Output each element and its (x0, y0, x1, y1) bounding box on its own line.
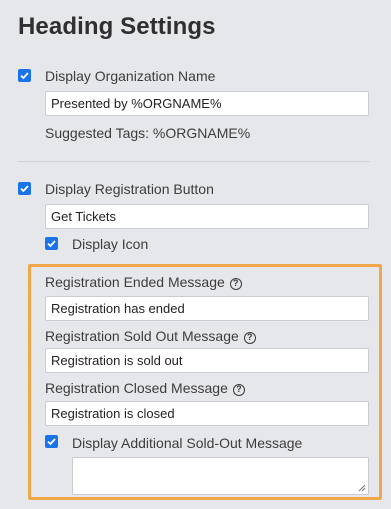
closed-message-label: Registration Closed Message? (45, 380, 245, 396)
display-registration-button-label: Display Registration Button (45, 181, 214, 197)
sold-out-message-label: Registration Sold Out Message? (45, 328, 256, 344)
sold-out-message-label-text: Registration Sold Out Message (45, 328, 239, 344)
display-icon-label: Display Icon (72, 236, 149, 252)
additional-sold-out-message-textarea[interactable] (72, 457, 369, 495)
ended-message-label-text: Registration Ended Message (45, 274, 225, 290)
display-org-name-checkbox[interactable] (18, 69, 31, 82)
checkmark-icon (20, 72, 29, 80)
org-name-input[interactable]: Presented by %ORGNAME% (45, 91, 369, 116)
resize-handle-icon[interactable] (358, 484, 366, 492)
page-title: Heading Settings (18, 13, 216, 40)
registration-button-text-input[interactable]: Get Tickets (45, 204, 369, 229)
checkmark-icon (20, 185, 29, 193)
display-icon-checkbox[interactable] (45, 237, 58, 250)
closed-message-input[interactable]: Registration is closed (45, 401, 369, 426)
display-registration-button-checkbox[interactable] (18, 182, 31, 195)
sold-out-message-input[interactable]: Registration is sold out (45, 348, 369, 373)
checkmark-icon (47, 240, 56, 248)
section-divider (18, 161, 370, 162)
checkmark-icon (47, 438, 56, 446)
display-org-name-label: Display Organization Name (45, 68, 216, 84)
closed-message-label-text: Registration Closed Message (45, 380, 228, 396)
display-additional-sold-out-checkbox[interactable] (45, 435, 58, 448)
suggested-tags-text: Suggested Tags: %ORGNAME% (45, 125, 251, 141)
help-icon[interactable]: ? (243, 331, 256, 344)
ended-message-label: Registration Ended Message? (45, 274, 242, 290)
heading-settings-panel: Heading Settings Display Organization Na… (0, 0, 391, 509)
display-additional-sold-out-label: Display Additional Sold-Out Message (72, 435, 303, 451)
help-icon[interactable]: ? (232, 383, 245, 396)
ended-message-input[interactable]: Registration has ended (45, 296, 369, 321)
help-icon[interactable]: ? (229, 277, 242, 290)
